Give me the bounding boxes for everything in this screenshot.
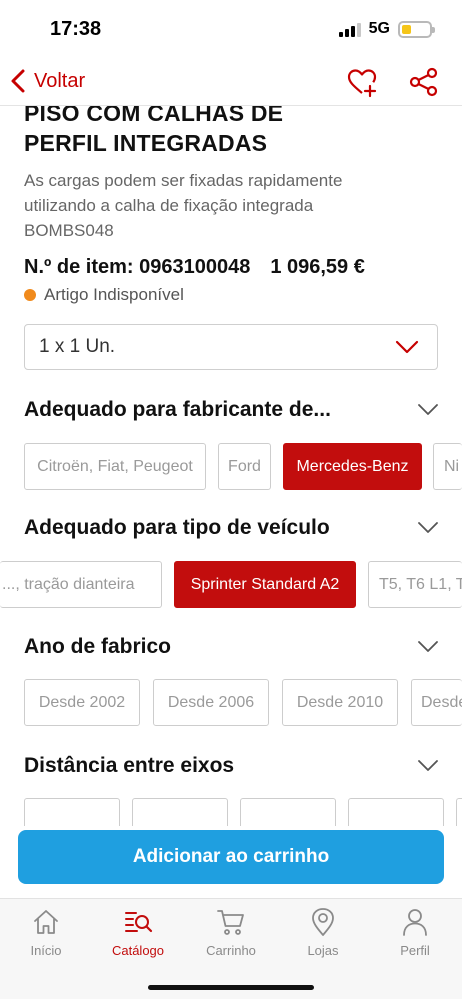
item-number: N.º de item: 0963100048 — [24, 256, 251, 278]
description-line: As cargas podem ser fixadas rapidamente — [24, 171, 343, 190]
product-title-line: PISO COM CALHAS DE — [24, 106, 284, 126]
chevron-down-icon — [418, 641, 438, 652]
status-bar: 17:38 5G — [0, 0, 462, 60]
tab-profile-label: Perfil — [400, 943, 430, 958]
status-indicators: 5G — [338, 20, 435, 38]
chevron-down-icon — [418, 760, 438, 771]
tab-catalog-label: Catálogo — [111, 943, 165, 958]
wheelbase-option[interactable] — [240, 798, 336, 826]
vehicle-section-header[interactable]: Adequado para tipo de veículo — [24, 516, 438, 540]
availability: Artigo Indisponível — [24, 285, 184, 305]
year-option[interactable]: Desde — [411, 679, 462, 726]
network-label: 5G — [368, 20, 390, 37]
heart-plus-icon[interactable] — [346, 66, 378, 98]
add-to-cart-button[interactable]: Adicionar ao carrinho — [18, 830, 444, 884]
year-section-title: Ano de fabrico — [24, 635, 172, 658]
quantity-value: 1 x 1 Un. — [39, 336, 116, 357]
chevron-down-icon — [418, 404, 438, 415]
year-options: Desde 2002 Desde 2006 Desde 2010 Desde — [0, 679, 462, 729]
description-line: utilizando a calha de fixação integrada — [24, 196, 314, 215]
tab-cart[interactable]: Carrinho — [196, 907, 266, 958]
year-section-header[interactable]: Ano de fabrico — [24, 635, 438, 659]
product-code: BOMBS048 — [24, 221, 114, 240]
tab-profile[interactable]: Perfil — [380, 907, 450, 958]
location-pin-icon — [312, 908, 334, 936]
vehicle-option-selected[interactable]: Sprinter Standard A2 — [174, 561, 356, 608]
product-title-line: PERFIL INTEGRADAS — [24, 130, 268, 156]
status-time: 17:38 — [50, 18, 102, 40]
wheelbase-section-title: Distância entre eixos — [24, 754, 235, 777]
manufacturer-option-selected[interactable]: Mercedes-Benz — [283, 443, 422, 490]
chevron-down-icon — [418, 522, 438, 533]
tab-stores[interactable]: Lojas — [288, 907, 358, 958]
wheelbase-option[interactable] — [348, 798, 444, 826]
vehicle-option[interactable]: ..., tração dianteira — [0, 561, 162, 608]
tab-home-label: Início — [30, 943, 62, 958]
tab-bar: Início Catálogo Carrinho Lojas Perfil — [0, 898, 462, 999]
manufacturer-option[interactable]: Ford — [218, 443, 271, 490]
item-number-row: N.º de item: 0963100048 1 096,59 € — [24, 256, 365, 279]
wheelbase-section-header[interactable]: Distância entre eixos — [24, 754, 438, 778]
price: 1 096,59 € — [270, 256, 365, 278]
share-icon[interactable] — [408, 66, 440, 98]
manufacturer-option[interactable]: Citroën, Fiat, Peugeot — [24, 443, 206, 490]
wheelbase-option[interactable] — [24, 798, 120, 826]
battery-icon — [398, 20, 435, 38]
wheelbase-option[interactable] — [132, 798, 228, 826]
catalog-search-icon — [125, 912, 153, 933]
year-option[interactable]: Desde 2006 — [153, 679, 269, 726]
product-title: PISO COM CALHAS DE PERFIL INTEGRADAS — [24, 106, 283, 158]
tab-cart-label: Carrinho — [206, 943, 256, 958]
tab-stores-label: Lojas — [307, 943, 339, 958]
year-option[interactable]: Desde 2002 — [24, 679, 140, 726]
tab-home[interactable]: Início — [11, 907, 81, 958]
year-option[interactable]: Desde 2010 — [282, 679, 398, 726]
cart-icon — [217, 910, 244, 935]
product-description: As cargas podem ser fixadas rapidamente … — [24, 168, 444, 243]
vehicle-section-title: Adequado para tipo de veículo — [24, 516, 330, 539]
back-label: Voltar — [34, 69, 86, 92]
availability-dot-icon — [24, 289, 36, 301]
home-indicator — [148, 985, 314, 990]
vehicle-option[interactable]: T5, T6 L1, T — [368, 561, 462, 608]
home-icon — [34, 910, 58, 934]
quantity-select[interactable]: 1 x 1 Un. — [24, 324, 438, 370]
manufacturer-option[interactable]: Ni — [433, 443, 462, 490]
user-icon — [403, 909, 427, 936]
manufacturer-section-header[interactable]: Adequado para fabricante de... — [24, 398, 438, 422]
chevron-left-icon — [11, 69, 25, 93]
vehicle-options: ..., tração dianteira Sprinter Standard … — [0, 561, 462, 611]
signal-icon — [338, 21, 361, 37]
chevron-down-icon — [395, 340, 419, 354]
wheelbase-option[interactable] — [456, 798, 462, 826]
product-detail-content[interactable]: PISO COM CALHAS DE PERFIL INTEGRADAS As … — [0, 106, 462, 826]
back-button[interactable]: Voltar — [10, 68, 85, 94]
availability-label: Artigo Indisponível — [44, 285, 184, 304]
wheelbase-options — [0, 798, 462, 826]
navigation-bar: Voltar — [0, 60, 462, 106]
manufacturer-options: Citroën, Fiat, Peugeot Ford Mercedes-Ben… — [0, 443, 462, 493]
manufacturer-section-title: Adequado para fabricante de... — [24, 398, 331, 421]
tab-catalog[interactable]: Catálogo — [103, 907, 173, 958]
